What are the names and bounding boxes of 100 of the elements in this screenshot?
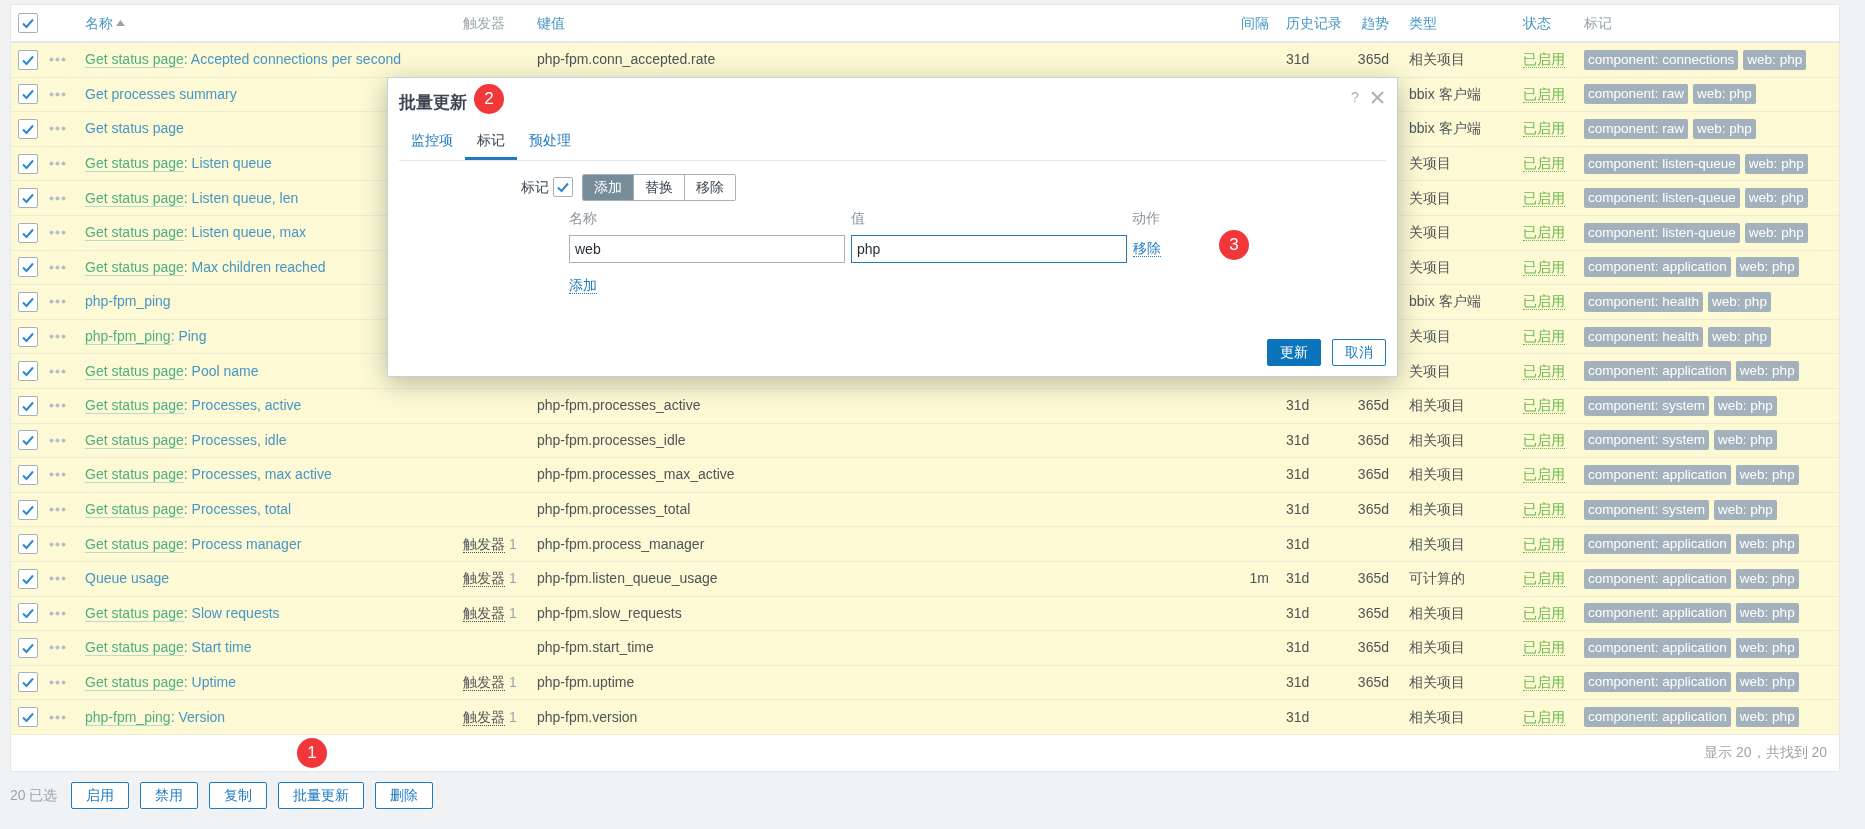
host-link[interactable]: Get status page [85,155,184,173]
column-header[interactable]: 趋势 [1361,12,1389,34]
mode-toggle[interactable]: 移除 [684,174,735,200]
item-name-link[interactable]: Get status page [85,120,184,137]
column-header[interactable]: 历史记录 [1286,12,1342,34]
host-link[interactable]: Get status page [85,431,184,449]
item-name-link[interactable]: : Processes, idle [183,431,287,448]
update-button[interactable]: 更新 [1267,339,1321,366]
host-link[interactable]: Get status page [85,604,184,622]
status-link[interactable]: 已启用 [1523,604,1565,622]
host-link[interactable]: Get status page [85,535,184,553]
host-link[interactable]: Get status page [85,639,184,657]
row-checkbox[interactable] [18,672,38,693]
row-checkbox[interactable] [18,188,38,209]
row-checkbox[interactable] [18,361,38,382]
host-link[interactable]: Get status page [85,258,184,276]
status-link[interactable]: 已启用 [1523,155,1565,173]
item-name-link[interactable]: : Listen queue, max [183,224,307,241]
status-link[interactable]: 已启用 [1523,431,1565,449]
row-checkbox[interactable] [18,430,38,451]
host-link[interactable]: Get status page [85,466,184,484]
item-name-link[interactable]: : Uptime [183,674,236,690]
triggers-link[interactable]: 触发器 [463,604,505,622]
column-header[interactable]: 键值 [537,12,565,34]
host-link[interactable]: php-fpm_ping [85,328,171,346]
item-name-link[interactable]: : Ping [170,328,207,345]
row-checkbox[interactable] [18,257,38,278]
status-link[interactable]: 已启用 [1523,535,1565,553]
row-checkbox[interactable] [18,119,38,139]
help-link[interactable]: ? [1350,86,1359,109]
row-checkbox[interactable] [18,222,38,243]
column-header[interactable]: 状态 [1523,12,1551,34]
dialog-tab[interactable]: 监控项 [399,129,465,160]
triggers-link[interactable]: 触发器 [463,570,505,588]
row-checkbox[interactable] [18,499,38,520]
status-link[interactable]: 已启用 [1523,570,1565,588]
remove-link[interactable]: 移除 [1133,240,1161,258]
triggers-link[interactable]: 触发器 [463,708,505,726]
row-checkbox[interactable] [18,49,38,70]
mode-toggle[interactable]: 添加 [583,174,633,200]
row-checkbox[interactable] [18,84,38,105]
row-checkbox[interactable] [18,603,38,624]
action-button[interactable]: 启用 [71,781,130,809]
row-checkbox[interactable] [18,568,38,589]
row-checkbox[interactable] [18,534,38,555]
column-header[interactable]: 名称 [85,12,113,34]
action-button[interactable]: 删除 [375,781,434,809]
host-link[interactable]: Get status page [85,501,184,518]
tag-value-field[interactable]: php [851,234,1127,263]
status-link[interactable]: 已启用 [1523,674,1565,691]
status-link[interactable]: 已启用 [1523,466,1565,484]
status-link[interactable]: 已启用 [1523,639,1565,657]
item-name-link[interactable]: : Listen queue, len [183,189,299,206]
host-link[interactable]: Get status page [85,362,184,380]
column-header[interactable]: 类型 [1409,12,1437,34]
status-link[interactable]: 已启用 [1523,397,1565,415]
tags-checkbox[interactable] [553,177,573,197]
action-button[interactable]: 批量更新 [278,781,365,809]
host-link[interactable]: Get status page [85,397,184,415]
row-checkbox[interactable] [18,153,38,174]
row-checkbox[interactable] [18,326,38,347]
row-checkbox[interactable] [18,291,38,312]
item-name-link[interactable]: : Slow requests [183,604,280,621]
status-link[interactable]: 已启用 [1523,258,1565,276]
status-link[interactable]: 已启用 [1523,120,1565,138]
host-link[interactable]: Get status page [85,224,184,242]
item-name-link[interactable]: : Max children reached [183,258,326,275]
select-all-checkbox[interactable] [18,13,38,33]
dialog-tab[interactable]: 标记 [465,129,517,160]
host-link[interactable]: Get status page [85,189,184,207]
row-checkbox[interactable] [18,637,38,658]
row-checkbox[interactable] [18,707,38,728]
close-icon[interactable] [1371,90,1384,104]
item-name-link[interactable]: php-fpm_ping [85,293,171,310]
item-name-link[interactable]: : Processes, active [183,397,302,414]
status-link[interactable]: 已启用 [1523,189,1565,207]
status-link[interactable]: 已启用 [1523,328,1565,346]
triggers-link[interactable]: 触发器 [463,535,505,553]
host-link[interactable]: php-fpm_ping [85,708,171,726]
item-name-link[interactable]: : Processes, max active [183,466,332,483]
add-link[interactable]: 添加 [569,276,597,294]
row-checkbox[interactable] [18,464,38,485]
item-name-link[interactable]: Queue usage [85,570,170,587]
status-link[interactable]: 已启用 [1523,362,1565,380]
cancel-button[interactable]: 取消 [1332,339,1386,366]
action-button[interactable]: 禁用 [140,781,199,809]
status-link[interactable]: 已启用 [1523,293,1565,311]
row-checkbox[interactable] [18,395,38,416]
host-link[interactable]: Get status page [85,674,184,691]
tag-name-field[interactable]: web [569,234,845,263]
status-link[interactable]: 已启用 [1523,501,1565,518]
triggers-link[interactable]: 触发器 [463,674,505,691]
action-button[interactable]: 复制 [209,781,268,809]
dialog-tab[interactable]: 预处理 [517,129,583,160]
status-link[interactable]: 已启用 [1523,85,1565,103]
status-link[interactable]: 已启用 [1523,51,1565,69]
status-link[interactable]: 已启用 [1523,708,1565,726]
host-link[interactable]: Get status page [85,51,184,69]
item-name-link[interactable]: : Listen queue [183,155,272,172]
status-link[interactable]: 已启用 [1523,224,1565,242]
